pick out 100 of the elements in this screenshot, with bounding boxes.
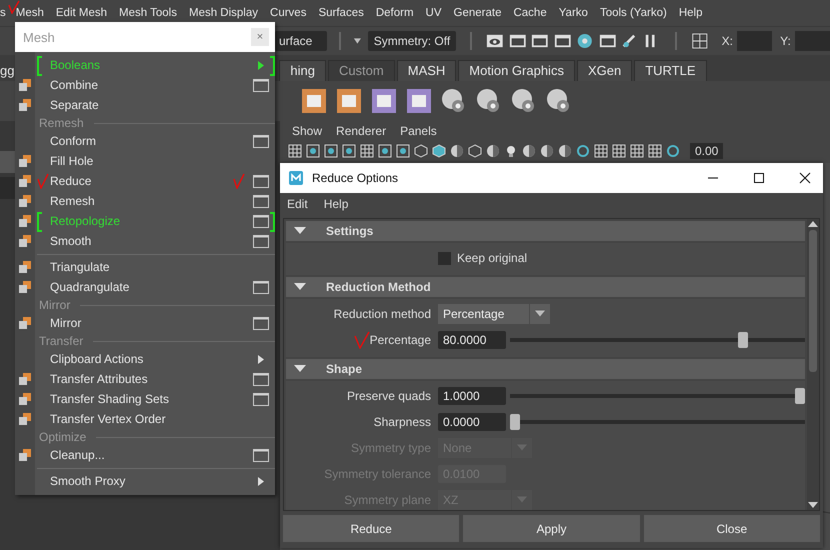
menu-item[interactable]: Conform <box>15 131 275 151</box>
menu-item[interactable]: Triangulate <box>15 257 275 277</box>
menu-item[interactable]: Edit <box>287 197 308 211</box>
shelf-tab[interactable]: Custom <box>328 60 395 81</box>
grid-icon[interactable] <box>288 144 302 158</box>
grid-icon[interactable] <box>360 144 374 158</box>
shelf-tab[interactable]: Motion Graphics <box>458 60 575 81</box>
disc-icon[interactable] <box>666 144 680 158</box>
option-box-icon[interactable] <box>253 448 269 462</box>
scroll-down-icon[interactable] <box>808 502 818 508</box>
frame-icon[interactable] <box>531 32 549 50</box>
frame-icon[interactable] <box>598 32 616 50</box>
sphere-icon[interactable] <box>450 144 464 158</box>
option-box-icon[interactable] <box>253 194 269 208</box>
menu-item[interactable]: Quadrangulate <box>15 277 275 297</box>
scroll-thumb[interactable] <box>809 230 817 372</box>
dialog-button[interactable]: Close <box>644 515 820 542</box>
menu-item[interactable]: Separate <box>15 95 275 115</box>
grid-icon[interactable] <box>691 32 709 50</box>
menu-bar-item[interactable]: Surfaces <box>312 0 370 26</box>
disc-icon[interactable] <box>576 32 594 50</box>
menu-bar-item[interactable]: Mesh <box>10 0 50 26</box>
frame-icon[interactable] <box>306 144 320 158</box>
section-header[interactable]: Reduction Method <box>286 277 805 297</box>
menu-item[interactable]: Booleans <box>15 55 275 75</box>
menu-bar-item[interactable]: Yarko <box>552 0 594 26</box>
option-box-icon[interactable] <box>253 316 269 330</box>
grid-icon[interactable] <box>648 144 662 158</box>
menu-bar-item[interactable]: Deform <box>370 0 420 26</box>
value-field[interactable]: 80.0000 <box>438 331 506 349</box>
value-field[interactable]: 0.0000 <box>438 413 506 431</box>
checkbox[interactable] <box>438 252 451 264</box>
shelf-tab[interactable]: hing <box>279 60 326 81</box>
menu-bar-item[interactable]: Mesh Display <box>182 0 264 26</box>
frame-icon[interactable] <box>342 144 356 158</box>
grid-icon[interactable] <box>612 144 626 158</box>
option-box-icon[interactable] <box>253 214 269 228</box>
cube-icon[interactable] <box>468 144 482 158</box>
disc-icon[interactable] <box>576 144 590 158</box>
menu-bar-item[interactable]: Edit Mesh <box>50 0 114 26</box>
sphere-icon[interactable] <box>522 144 536 158</box>
option-box-icon[interactable] <box>253 234 269 248</box>
slider-thumb[interactable] <box>738 332 748 348</box>
maximize-icon[interactable] <box>753 172 765 184</box>
text-field[interactable]: urface <box>275 31 328 51</box>
menu-item[interactable]: Retopologize <box>15 211 275 231</box>
grid-icon[interactable] <box>630 144 644 158</box>
dropdown[interactable]: Percentage <box>438 304 550 324</box>
menu-item[interactable]: Remesh <box>15 191 275 211</box>
menu-item[interactable]: Transfer Attributes <box>15 369 275 389</box>
option-box-icon[interactable] <box>253 372 269 386</box>
menu-bar-item[interactable]: UV <box>420 0 448 26</box>
menu-item[interactable]: Smooth <box>15 231 275 251</box>
panel-menu-item[interactable]: Show <box>292 124 322 138</box>
sphere-icon[interactable] <box>540 144 554 158</box>
option-box-icon[interactable] <box>253 174 269 188</box>
menu-bar-item[interactable]: Tools (Yarko) <box>594 0 673 26</box>
tile-icon[interactable] <box>370 87 398 115</box>
menu-item[interactable]: Reduce <box>15 171 275 191</box>
symmetry-field[interactable]: Symmetry: Off <box>368 31 456 51</box>
frame-icon[interactable] <box>396 144 410 158</box>
menu-bar-item[interactable]: Curves <box>264 0 312 26</box>
menu-item[interactable]: Combine <box>15 75 275 95</box>
option-box-icon[interactable] <box>253 134 269 148</box>
option-box-icon[interactable] <box>253 280 269 294</box>
shelf-tab[interactable]: TURTLE <box>634 60 707 81</box>
section-header[interactable]: Settings <box>286 221 805 241</box>
cube-icon[interactable] <box>432 144 446 158</box>
menu-item[interactable]: Cleanup... <box>15 445 275 465</box>
sphere-icon[interactable] <box>486 144 500 158</box>
collapse-arrow-icon[interactable] <box>294 227 306 235</box>
sphere-icon[interactable] <box>558 144 572 158</box>
menu-item[interactable]: Smooth Proxy <box>15 471 275 491</box>
close-button[interactable]: × <box>251 28 269 46</box>
grid-icon[interactable] <box>594 144 608 158</box>
frame-icon[interactable] <box>324 144 338 158</box>
menu-item[interactable]: Mirror <box>15 313 275 333</box>
y-field[interactable] <box>794 31 830 51</box>
menu-bar-item[interactable]: s <box>0 0 12 26</box>
frame-icon[interactable] <box>378 144 392 158</box>
caret-icon[interactable] <box>352 37 362 45</box>
tile-icon[interactable] <box>405 87 433 115</box>
panel-menu-item[interactable]: Renderer <box>336 124 386 138</box>
slider-thumb[interactable] <box>510 414 520 430</box>
section-header[interactable]: Shape <box>286 359 805 379</box>
collapse-arrow-icon[interactable] <box>294 283 306 291</box>
x-field[interactable] <box>737 31 772 51</box>
tile-icon[interactable] <box>335 87 363 115</box>
shelf-tab[interactable]: XGen <box>576 60 632 81</box>
scroll-up-icon[interactable] <box>808 221 818 227</box>
menu-bar-item[interactable]: Mesh Tools <box>113 0 183 26</box>
tile-icon[interactable] <box>300 87 328 115</box>
slider-thumb[interactable] <box>795 388 805 404</box>
shelf-tab[interactable]: MASH <box>396 60 456 81</box>
option-box-icon[interactable] <box>253 392 269 406</box>
menu-item[interactable]: Fill Hole <box>15 151 275 171</box>
dialog-button[interactable]: Reduce <box>283 515 460 542</box>
collapse-arrow-icon[interactable] <box>294 365 306 373</box>
close-icon[interactable] <box>799 172 811 184</box>
scrollbar[interactable] <box>807 219 819 510</box>
